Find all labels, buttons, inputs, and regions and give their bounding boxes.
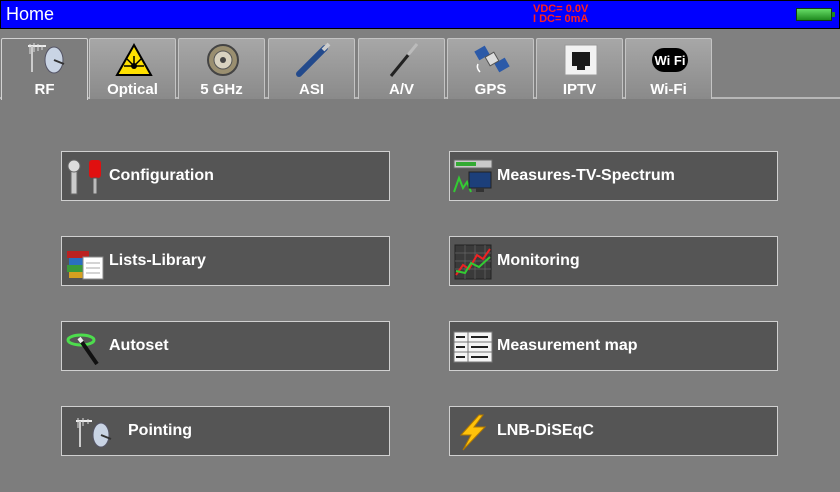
tv-spectrum-icon	[453, 159, 493, 193]
tab-bar: RF Optical 5 GHz ASI A/V GPS IPTV Wi Fi …	[0, 29, 840, 100]
magic-wand-icon	[66, 333, 99, 366]
pointing-button[interactable]: Pointing	[61, 406, 390, 456]
button-label: Measures-TV-Spectrum	[497, 167, 675, 184]
configuration-button[interactable]: Configuration	[61, 151, 390, 201]
tab-gps[interactable]: GPS	[447, 38, 534, 99]
button-label: Configuration	[109, 167, 214, 184]
button-label: Lists-Library	[109, 252, 206, 269]
lists-library-button[interactable]: Lists-Library	[61, 236, 390, 286]
books-icon	[67, 251, 104, 280]
tab-asi[interactable]: ASI	[268, 38, 355, 99]
tab-iptv[interactable]: IPTV	[536, 38, 623, 99]
power-status: VDC= 0.0V I DC= 0mA	[533, 4, 589, 25]
tab-label: RF	[34, 81, 55, 98]
button-label: Monitoring	[497, 252, 580, 269]
antenna-dish-icon	[28, 43, 65, 74]
idc-readout: I DC= 0mA	[533, 13, 589, 25]
measures-tv-spectrum-button[interactable]: Measures-TV-Spectrum	[449, 151, 778, 201]
ethernet-port-icon	[564, 44, 598, 76]
satellite-icon	[474, 45, 510, 73]
measurement-map-button[interactable]: Measurement map	[449, 321, 778, 371]
title-bar: Home VDC= 0.0V I DC= 0mA	[0, 0, 840, 29]
tab-label: 5 GHz	[200, 81, 243, 98]
tab-wifi[interactable]: Wi Fi Wi-Fi	[625, 38, 712, 99]
button-label: Measurement map	[497, 337, 638, 354]
cable-icon	[296, 42, 331, 77]
page-title: Home	[6, 4, 55, 24]
connector-icon	[207, 44, 239, 76]
wifi-icon: Wi Fi	[652, 48, 688, 72]
tab-label: GPS	[474, 81, 507, 98]
tab-optical[interactable]: Optical	[89, 38, 176, 99]
autoset-button[interactable]: Autoset	[61, 321, 390, 371]
tab-av[interactable]: A/V	[358, 38, 445, 99]
antenna-dish-icon	[76, 418, 112, 448]
table-icon	[453, 331, 493, 363]
button-label: LNB-DiSEqC	[497, 422, 594, 439]
lightning-icon	[459, 414, 487, 451]
av-plug-icon	[389, 43, 419, 77]
laser-warning-icon	[115, 42, 153, 76]
tab-rf[interactable]: RF	[1, 38, 88, 100]
tab-5ghz[interactable]: 5 GHz	[178, 38, 265, 99]
button-label: Pointing	[128, 422, 192, 439]
tab-label: IPTV	[562, 81, 597, 98]
tab-label: A/V	[388, 81, 414, 98]
tab-label: Wi-Fi	[650, 81, 687, 98]
button-label: Autoset	[109, 337, 169, 354]
monitoring-button[interactable]: Monitoring	[449, 236, 778, 286]
battery-icon	[796, 8, 835, 21]
tab-label: ASI	[298, 81, 324, 98]
tab-label: Optical	[107, 81, 158, 98]
svg-text:Wi Fi: Wi Fi	[655, 53, 686, 68]
tools-icon	[67, 159, 101, 195]
chart-icon	[454, 244, 492, 280]
lnb-diseqc-button[interactable]: LNB-DiSEqC	[449, 406, 778, 456]
